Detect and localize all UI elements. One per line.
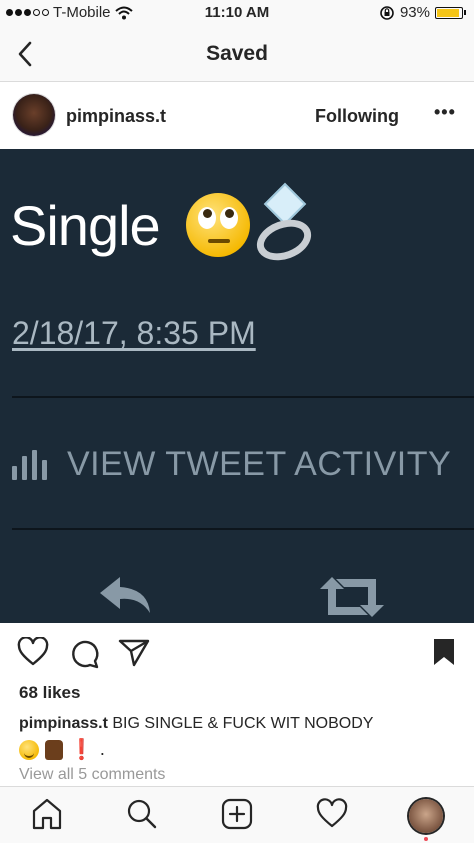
orientation-lock-icon [380,5,394,20]
caption-emojis: ❗ . [19,737,105,762]
like-count[interactable]: 68 likes [19,683,80,703]
tweet-text: Single [10,194,161,257]
relieved-face-emoji [19,739,39,760]
tab-bar [0,786,474,843]
activity-heart-icon[interactable] [316,797,348,831]
reply-icon [100,577,150,613]
bookmark-saved-icon[interactable] [432,637,456,667]
divider [12,528,474,530]
post-header: pimpinass.t Following ••• [0,82,474,149]
caption: pimpinass.t BIG SINGLE & FUCK WIT NOBODY [19,713,459,735]
comment-icon[interactable] [68,637,100,669]
following-button[interactable]: Following [315,106,399,127]
rolling-eyes-emoji [186,193,250,257]
post-actions [0,623,474,683]
view-comments-link[interactable]: View all 5 comments [19,766,165,784]
share-icon[interactable] [118,637,150,667]
tweet-timestamp: 2/18/17, 8:35 PM [12,315,256,351]
divider [12,396,474,398]
battery-area: 93% [379,4,466,21]
nav-bar: Saved [0,26,474,82]
profile-avatar[interactable] [409,799,443,833]
notification-dot [424,837,428,841]
home-icon[interactable] [31,797,63,831]
status-bar: T-Mobile 11:10 AM 93% [0,0,474,26]
activity-label: VIEW TWEET ACTIVITY [67,445,452,483]
battery-icon [435,6,463,19]
search-icon[interactable] [126,797,158,831]
ring-emoji [251,212,317,268]
battery-percent: 93% [399,4,430,21]
add-post-icon[interactable] [221,797,253,831]
page-title: Saved [206,42,268,65]
caption-username[interactable]: pimpinass.t [19,715,108,732]
ring-diamond [263,182,307,226]
bar-chart-icon [12,449,47,480]
more-options-icon[interactable]: ••• [434,102,456,123]
exclamation-emoji: ❗ [69,739,94,761]
like-heart-icon[interactable] [17,637,49,667]
thumbs-up-emoji [45,739,63,760]
post-image[interactable]: Single 2/18/17, 8:35 PM VIEW TWEET ACTIV… [0,149,474,623]
post-username[interactable]: pimpinass.t [66,106,166,127]
caption-text: BIG SINGLE & FUCK WIT NOBODY [112,715,374,732]
caption-tail: . [99,739,105,759]
retweet-icon [320,577,384,617]
tweet-activity: VIEW TWEET ACTIVITY [12,445,451,484]
avatar[interactable] [13,94,55,136]
